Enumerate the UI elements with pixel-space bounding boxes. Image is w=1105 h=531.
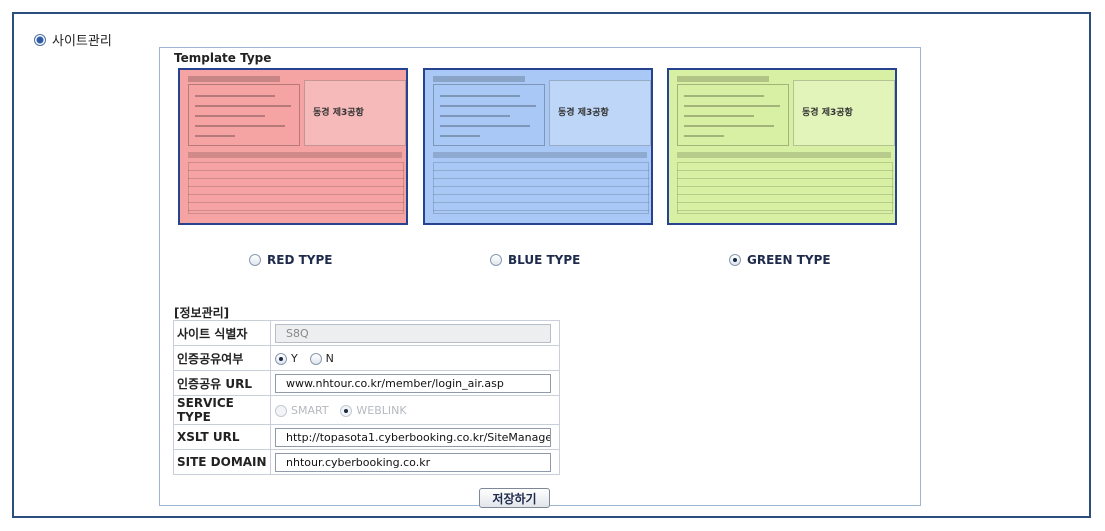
- site-domain-field[interactable]: nhtour.cyberbooking.co.kr: [275, 452, 551, 472]
- service-weblink-radio: [340, 404, 353, 417]
- red-type-label: RED TYPE: [267, 253, 333, 267]
- green-type-label: GREEN TYPE: [747, 253, 831, 267]
- blue-template-thumbnail[interactable]: 동경 제3공항: [423, 68, 653, 225]
- red-type-option[interactable]: RED TYPE: [249, 253, 332, 267]
- xslt-url-label: XSLT URL: [173, 424, 271, 450]
- blue-type-option[interactable]: BLUE TYPE: [490, 253, 580, 267]
- table-row: 인증공유 URL www.nhtour.co.kr/member/login_a…: [173, 370, 560, 396]
- bullet-icon: [34, 33, 46, 46]
- blue-type-radio[interactable]: [490, 254, 502, 266]
- service-smart-label: SMART: [291, 404, 329, 417]
- auth-url-field[interactable]: www.nhtour.co.kr/member/login_air.asp: [275, 373, 551, 393]
- section-title: 사이트관리: [52, 34, 112, 49]
- xslt-url-field[interactable]: http://topasota1.cyberbooking.co.kr/Site…: [275, 427, 551, 447]
- site-settings-panel: Template Type 동경 제3공항 동경 제3공항 동경 제3공항 RE…: [159, 47, 921, 508]
- auth-share-y-radio[interactable]: [275, 352, 287, 365]
- red-template-thumbnail[interactable]: 동경 제3공항: [178, 68, 408, 225]
- auth-url-label: 인증공유 URL: [173, 370, 271, 396]
- main-frame: 사이트관리 Template Type 동경 제3공항 동경 제3공항 동경 제…: [12, 12, 1091, 518]
- site-id-label: 사이트 식별자: [173, 320, 271, 346]
- green-type-option[interactable]: GREEN TYPE: [729, 253, 831, 267]
- table-row: SERVICE TYPE SMART WEBLINK: [173, 395, 560, 425]
- info-table: 사이트 식별자 S8Q 인증공유여부 Y N 인증공유 URL www.nhto…: [173, 320, 560, 475]
- service-smart-radio: [275, 404, 287, 417]
- auth-share-n-label: N: [325, 352, 334, 365]
- service-weblink-label: WEBLINK: [356, 404, 407, 417]
- red-type-radio[interactable]: [249, 254, 261, 266]
- green-type-radio[interactable]: [729, 254, 741, 266]
- info-section-title: [정보관리]: [174, 306, 230, 320]
- green-template-thumbnail[interactable]: 동경 제3공항: [667, 68, 897, 225]
- table-row: XSLT URL http://topasota1.cyberbooking.c…: [173, 424, 560, 450]
- table-row: 사이트 식별자 S8Q: [173, 320, 560, 346]
- table-row: SITE DOMAIN nhtour.cyberbooking.co.kr: [173, 449, 560, 475]
- auth-share-label: 인증공유여부: [173, 345, 271, 371]
- service-type-label: SERVICE TYPE: [173, 395, 271, 425]
- blue-type-label: BLUE TYPE: [508, 253, 581, 267]
- site-domain-label: SITE DOMAIN: [173, 449, 271, 475]
- table-row: 인증공유여부 Y N: [173, 345, 560, 371]
- auth-share-n-radio[interactable]: [309, 352, 322, 365]
- section-header: 사이트관리: [34, 30, 112, 49]
- template-type-label: Template Type: [174, 51, 272, 65]
- save-button[interactable]: 저장하기: [479, 488, 550, 508]
- site-id-field: S8Q: [275, 323, 551, 343]
- auth-share-y-label: Y: [291, 352, 298, 365]
